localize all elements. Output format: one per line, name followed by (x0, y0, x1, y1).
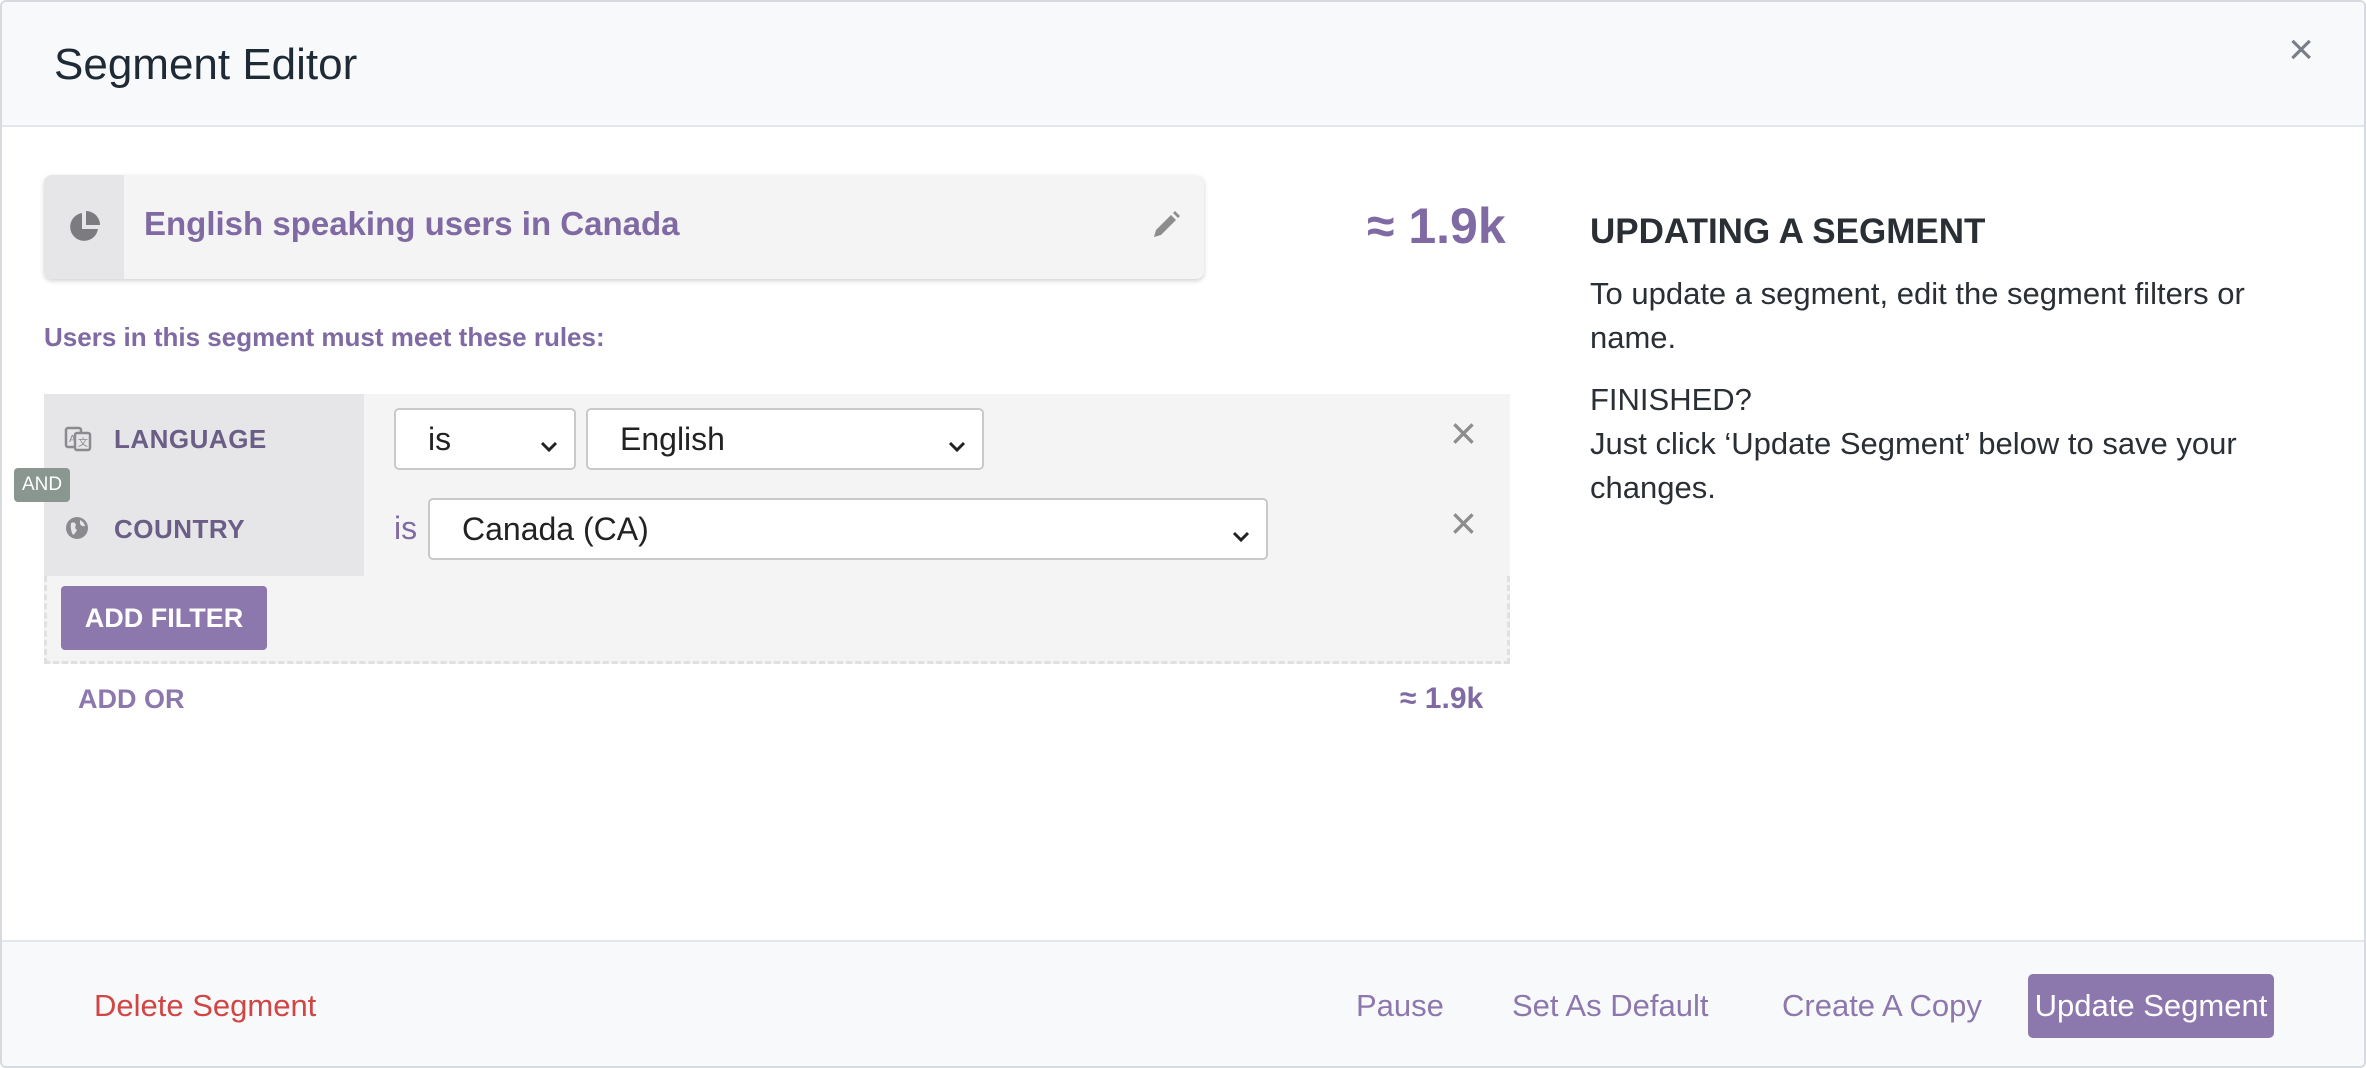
and-badge: AND (14, 468, 70, 502)
chevron-down-icon (946, 428, 968, 465)
modal-footer: Delete Segment Pause Set As Default Crea… (2, 940, 2364, 1066)
country-operator: is (394, 510, 418, 546)
language-icon: A 文 (64, 425, 92, 458)
svg-text:文: 文 (78, 436, 88, 449)
modal-title: Segment Editor (54, 40, 358, 89)
segment-count: ≈ 1.9k (1367, 198, 1506, 254)
rules-label: Users in this segment must meet these ru… (44, 322, 605, 352)
modal-header: Segment Editor × (2, 2, 2364, 127)
add-or-link[interactable]: ADD OR (78, 684, 185, 715)
rules-box: A 文 LANGUAGE COUNTRY is English × is Can… (44, 394, 1510, 576)
svg-text:A: A (69, 434, 76, 445)
help-finished-label: FINISHED? (1590, 382, 1752, 417)
filter-label-language: LANGUAGE (114, 424, 267, 454)
language-operator-value: is (428, 420, 452, 457)
rules-label-column: A 文 LANGUAGE COUNTRY (44, 394, 364, 576)
update-segment-button[interactable]: Update Segment (2028, 974, 2274, 1038)
segment-name-card[interactable]: English speaking users in Canada (44, 175, 1204, 279)
rules-count: ≈ 1.9k (1400, 682, 1484, 715)
set-as-default-link[interactable]: Set As Default (1512, 988, 1708, 1024)
pie-chart-icon (44, 175, 124, 279)
language-value: English (620, 420, 725, 457)
globe-icon (64, 515, 90, 546)
country-value-select[interactable]: Canada (CA) (428, 498, 1268, 560)
add-filter-button[interactable]: ADD FILTER (61, 586, 267, 650)
remove-language-filter-icon[interactable]: × (1450, 410, 1477, 456)
help-finished-text: Just click ‘Update Segment’ below to sav… (1590, 426, 2237, 505)
remove-country-filter-icon[interactable]: × (1450, 500, 1477, 546)
add-filter-zone: ADD FILTER (44, 576, 1510, 664)
segment-name: English speaking users in Canada (144, 205, 680, 242)
help-paragraph: To update a segment, edit the segment fi… (1590, 276, 2245, 355)
chevron-down-icon (538, 428, 560, 465)
create-copy-link[interactable]: Create A Copy (1782, 988, 1982, 1024)
chevron-down-icon (1230, 518, 1252, 555)
segment-editor-modal: Segment Editor × English speaking users … (0, 0, 2366, 1068)
pencil-icon[interactable] (1150, 209, 1182, 246)
delete-segment-link[interactable]: Delete Segment (94, 988, 316, 1024)
language-value-select[interactable]: English (586, 408, 984, 470)
close-icon[interactable]: × (2288, 28, 2314, 72)
filter-label-country: COUNTRY (114, 514, 246, 544)
language-operator-select[interactable]: is (394, 408, 576, 470)
country-value: Canada (CA) (462, 510, 649, 547)
help-title: UPDATING A SEGMENT (1590, 212, 1986, 251)
pause-link[interactable]: Pause (1356, 988, 1444, 1024)
